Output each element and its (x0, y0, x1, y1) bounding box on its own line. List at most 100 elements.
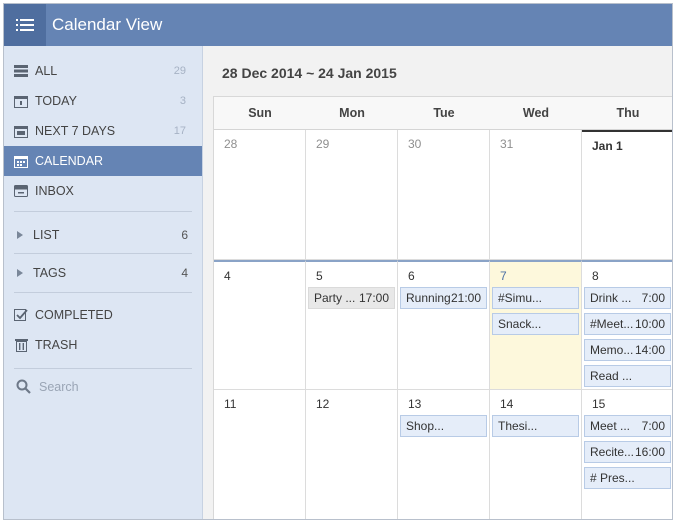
day-cell[interactable]: 12 (306, 390, 398, 519)
day-cell[interactable]: 30 (398, 130, 490, 260)
expand-arrow-icon (17, 269, 23, 277)
sidebar-item-label: NEXT 7 DAYS (35, 124, 116, 138)
search-field[interactable]: Search (16, 379, 79, 394)
title-bar: Calendar View (4, 4, 672, 46)
event-item[interactable]: Read ... (584, 365, 671, 387)
sidebar-item-calendar[interactable]: CALENDAR (4, 146, 202, 176)
group-label: LIST (33, 228, 60, 242)
event-name: Recite... (590, 445, 635, 459)
sidebar-group-list[interactable]: LIST 6 (4, 220, 202, 250)
day-number: 29 (316, 137, 330, 151)
event-name: Snack... (498, 317, 542, 331)
event-item[interactable]: Meet ... 7:00 (584, 415, 671, 437)
checkbox-icon (13, 307, 29, 323)
day-number: 13 (408, 397, 422, 411)
event-item[interactable]: Party ... 17:00 (308, 287, 395, 309)
sidebar-item-completed[interactable]: COMPLETED (4, 300, 202, 330)
calendar-main: 28 Dec 2014 ~ 24 Jan 2015 Sun Mon Tue We… (203, 46, 672, 519)
divider (14, 253, 192, 254)
event-item[interactable]: Running 21:00 (400, 287, 487, 309)
event-name: Thesi... (498, 419, 538, 433)
group-count: 4 (181, 266, 188, 280)
day-number: 6 (408, 269, 415, 283)
sidebar-item-label: ALL (35, 64, 58, 78)
calendar-icon (13, 153, 29, 169)
trash-icon (13, 337, 29, 353)
sidebar-item-count: 17 (173, 125, 186, 137)
day-cell[interactable]: Jan 1 (582, 130, 672, 260)
event-time: 10:00 (634, 317, 665, 331)
event-name: # Pres... (590, 471, 635, 485)
day-cell[interactable]: 11 (214, 390, 306, 519)
day-cell[interactable]: 31 (490, 130, 582, 260)
sidebar: ALL 29 TODAY 3 NEXT 7 DAYS 17 CALENDAR I… (4, 46, 203, 519)
day-number: 5 (316, 269, 323, 283)
stack-icon (13, 63, 29, 79)
day-cell[interactable]: 6 Running 21:00 (398, 260, 490, 390)
day-number: 12 (316, 397, 330, 411)
event-item[interactable]: # Pres... (584, 467, 671, 489)
event-time: 7:00 (641, 291, 665, 305)
day-number: 15 (592, 397, 606, 411)
weekday-label: Sun (248, 106, 272, 120)
event-item[interactable]: Snack... (492, 313, 579, 335)
day-cell[interactable]: 8 Drink ... 7:00 #Meet... 10:00 Memo... 14:… (582, 260, 672, 390)
event-name: #Meet... (590, 317, 634, 331)
event-time: 14:00 (634, 343, 665, 357)
weekday-label: Mon (339, 106, 365, 120)
day-cell[interactable]: 15 Meet ... 7:00 Recite... 16:00 # Pres... (582, 390, 672, 519)
today-icon (13, 93, 29, 109)
weekday-header: Sun Mon Tue Wed Thu (214, 97, 672, 130)
weekday-label: Thu (616, 106, 640, 120)
day-cell-today[interactable]: 7 #Simu... Snack... (490, 260, 582, 390)
divider (14, 292, 192, 293)
sidebar-item-inbox[interactable]: INBOX (4, 176, 202, 206)
weekday-label: Tue (433, 106, 455, 120)
day-number: 7 (500, 269, 507, 283)
day-number: 28 (224, 137, 238, 151)
day-cell[interactable]: 28 (214, 130, 306, 260)
sidebar-item-count: 29 (173, 65, 186, 77)
event-item[interactable]: Drink ... 7:00 (584, 287, 671, 309)
event-item[interactable]: Memo... 14:00 (584, 339, 671, 361)
event-time: 7:00 (641, 419, 665, 433)
week-icon (13, 123, 29, 139)
event-item[interactable]: #Simu... (492, 287, 579, 309)
search-placeholder: Search (39, 379, 79, 394)
sidebar-item-label: TRASH (35, 338, 78, 352)
sidebar-item-count: 3 (179, 95, 186, 107)
event-item[interactable]: Shop... (400, 415, 487, 437)
month-grid: Sun Mon Tue Wed Thu 28 29 30 31 Jan 1 4 … (213, 96, 672, 519)
day-cell[interactable]: 14 Thesi... (490, 390, 582, 519)
event-item[interactable]: Thesi... (492, 415, 579, 437)
sidebar-group-tags[interactable]: TAGS 4 (4, 258, 202, 288)
sidebar-item-next-7-days[interactable]: NEXT 7 DAYS 17 (4, 116, 202, 146)
sidebar-item-trash[interactable]: TRASH (4, 330, 202, 360)
event-name: Running (406, 291, 451, 305)
day-cell[interactable]: 13 Shop... (398, 390, 490, 519)
event-name: Read ... (590, 369, 633, 383)
day-cell[interactable]: 5 Party ... 17:00 (306, 260, 398, 390)
sidebar-item-today[interactable]: TODAY 3 (4, 86, 202, 116)
day-cell[interactable]: 4 (214, 260, 306, 390)
event-name: Drink ... (590, 291, 632, 305)
event-name: Memo... (590, 343, 634, 357)
day-number: 14 (500, 397, 514, 411)
divider (14, 368, 192, 369)
event-time: 17:00 (358, 291, 389, 305)
event-name: #Simu... (498, 291, 543, 305)
event-item[interactable]: Recite... 16:00 (584, 441, 671, 463)
list-menu-icon (16, 19, 34, 31)
sidebar-item-label: TODAY (35, 94, 77, 108)
event-name: Party ... (314, 291, 356, 305)
sidebar-item-label: CALENDAR (35, 154, 104, 168)
sidebar-item-all[interactable]: ALL 29 (4, 56, 202, 86)
event-name: Meet ... (590, 419, 631, 433)
day-cell[interactable]: 29 (306, 130, 398, 260)
event-time: 21:00 (450, 291, 481, 305)
event-item[interactable]: #Meet... 10:00 (584, 313, 671, 335)
search-icon (16, 379, 31, 394)
menu-button[interactable] (4, 4, 46, 46)
app-window: Calendar View ALL 29 TODAY 3 NEXT 7 DAYS… (3, 3, 673, 520)
sidebar-item-label: INBOX (35, 184, 74, 198)
